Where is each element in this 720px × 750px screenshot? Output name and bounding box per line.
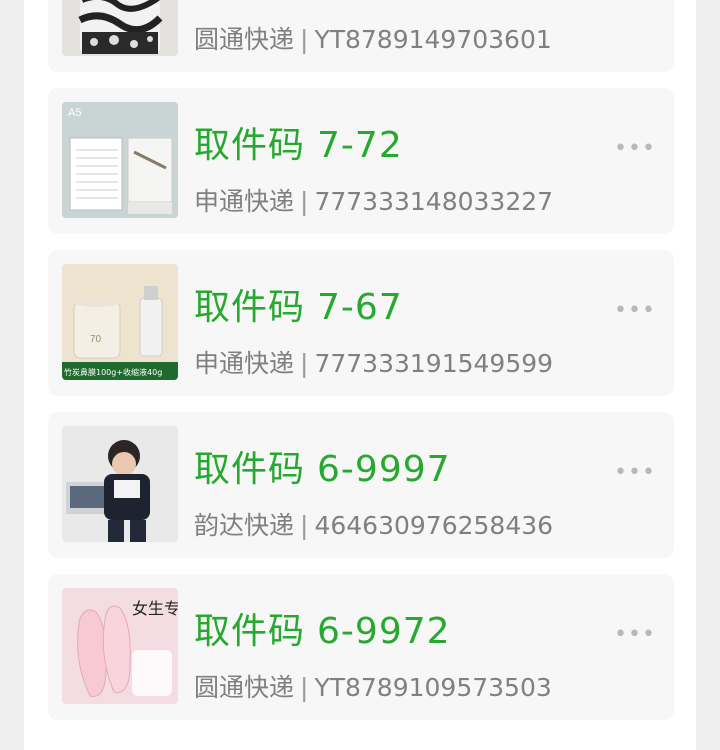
more-dots-icon[interactable]: ••• <box>614 460 656 485</box>
more-dots-icon[interactable]: ••• <box>614 622 656 647</box>
more-dots-icon[interactable]: ••• <box>614 298 656 323</box>
product-thumbnail-zebra <box>62 0 178 56</box>
thumb-caption: 女生专用 <box>132 599 178 618</box>
parcel-meta: 圆通快递 | YT8789149703601 <box>194 20 552 56</box>
pickup-code-value[interactable]: 6-9972 <box>317 611 451 652</box>
pickup-code-value[interactable]: 7-72 <box>317 125 403 166</box>
parcel-meta: 圆通快递 | YT8789109573503 <box>194 668 552 704</box>
pickup-code: 取件码 7-72 <box>194 116 403 168</box>
courier-name: 圆通快递 <box>194 25 295 54</box>
svg-text:70: 70 <box>90 334 102 345</box>
tracking-number[interactable]: YT8789109573503 <box>314 673 551 702</box>
product-thumbnail-kids-jacket <box>62 426 178 542</box>
product-thumbnail-notebook: A5 <box>62 102 178 218</box>
parcel-card[interactable]: A5 取件码 7-72 申通快递 | 777333148033227 ••• <box>48 88 674 234</box>
pickup-code-label: 取件码 <box>194 611 306 652</box>
parcel-meta: 申通快递 | 777333148033227 <box>194 182 553 218</box>
pickup-code-label: 取件码 <box>194 125 306 166</box>
courier-name: 申通快递 <box>194 187 295 216</box>
tracking-number[interactable]: YT8789149703601 <box>314 25 551 54</box>
product-thumbnail-skincare: 70 竹炭鼻膜100g+收缩液40g <box>62 264 178 380</box>
parcel-meta: 韵达快递 | 464630976258436 <box>194 506 553 542</box>
parcel-meta: 申通快递 | 777333191549599 <box>194 344 553 380</box>
courier-name: 申通快递 <box>194 349 295 378</box>
parcel-card[interactable]: 女生专用 取件码 6-9972 圆通快递|YT8789109573503 ••• <box>48 574 674 720</box>
courier-name: 韵达快递 <box>194 511 295 540</box>
product-thumbnail-insoles: 女生专用 <box>62 588 178 704</box>
more-dots-icon[interactable]: ••• <box>614 136 656 161</box>
pickup-code: 取件码 7-67 <box>194 278 403 330</box>
pickup-code: 取件码 6-9972 <box>194 602 451 654</box>
tracking-number[interactable]: 464630976258436 <box>314 511 553 540</box>
tracking-number[interactable]: 777333148033227 <box>314 187 553 216</box>
pickup-code-label: 取件码 <box>194 449 306 490</box>
meta-separator: | <box>300 673 309 702</box>
pickup-code-label: 取件码 <box>194 287 306 328</box>
meta-separator: | <box>300 25 309 54</box>
tracking-number[interactable]: 777333191549599 <box>314 349 553 378</box>
thumb-caption: 竹炭鼻膜100g+收缩液40g <box>64 367 162 377</box>
meta-separator: | <box>300 187 309 216</box>
pickup-code: 取件码 6-9997 <box>194 440 451 492</box>
pickup-code-value[interactable]: 7-67 <box>317 287 403 328</box>
svg-text:A5: A5 <box>68 107 81 119</box>
parcel-card[interactable]: 取件码 6-9997 韵达快递 | 464630976258436 ••• <box>48 412 674 558</box>
parcel-card[interactable]: 圆通快递 | YT8789149703601 <box>48 0 674 72</box>
parcel-card[interactable]: 70 竹炭鼻膜100g+收缩液40g 取件码 7-67 申通快递 | 77733319… <box>48 250 674 396</box>
meta-separator: | <box>300 349 309 378</box>
meta-separator: | <box>300 511 309 540</box>
pickup-code-value[interactable]: 6-9997 <box>317 449 451 490</box>
courier-name: 圆通快递 <box>194 673 295 702</box>
